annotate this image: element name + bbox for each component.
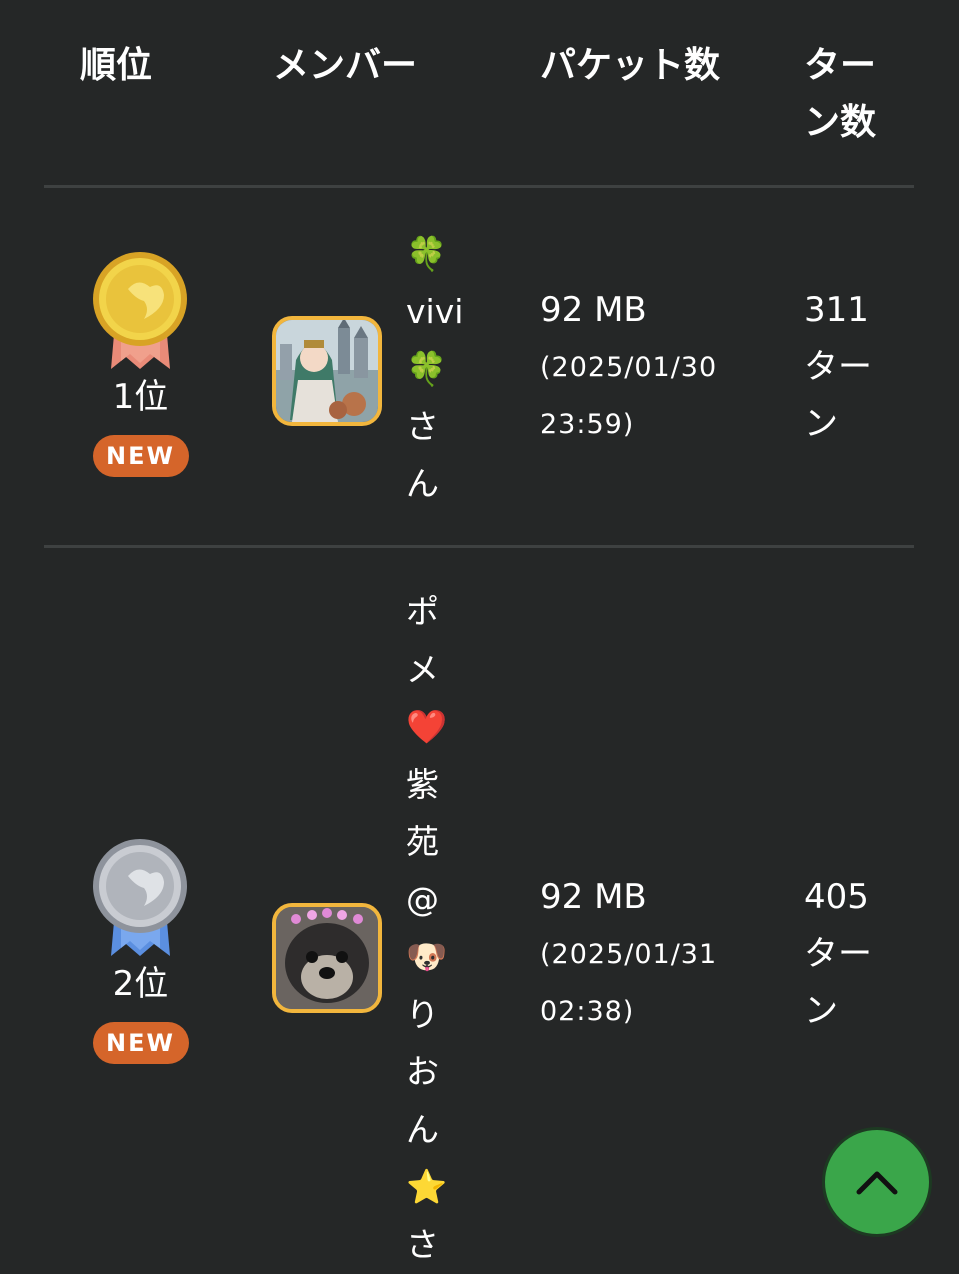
member-name[interactable]: ポメ❤️紫苑@🐶りおん⭐️さ: [406, 583, 466, 1273]
rank-label: 2位: [112, 964, 169, 1004]
turn-count: 311ターン: [804, 290, 872, 444]
member-name[interactable]: 🍀vivi🍀さん: [406, 225, 466, 513]
packet-size: 92 MB: [540, 877, 647, 917]
table-row: 1位 NEW 🍀vivi🍀さん 92 MB (2025/01/30 23:59)…: [0, 188, 959, 545]
silver-medal-icon: [88, 838, 193, 958]
header-rank: 順位: [80, 45, 153, 86]
packet-size: 92 MB: [540, 290, 647, 330]
packet-date: (2025/01/30 23:59): [540, 352, 718, 440]
rank-cell: 1位 NEW: [88, 251, 193, 477]
new-badge: NEW: [92, 435, 189, 477]
packet-date: (2025/01/31 02:38): [540, 939, 718, 1027]
packet-cell: 92 MB (2025/01/30 23:59): [540, 282, 760, 453]
rank-cell: 2位 NEW: [88, 838, 193, 1064]
new-badge: NEW: [92, 1022, 189, 1064]
turn-count: 405ターン: [804, 877, 872, 1031]
member-avatar[interactable]: [272, 316, 382, 426]
gold-medal-icon: [88, 251, 193, 371]
anime-character-castle-avatar-icon: [276, 320, 378, 422]
table-row: 2位 NEW ポメ❤️紫苑@🐶りおん⭐️さ 92 MB (2025/01/31 …: [0, 548, 959, 1274]
header-packets: パケット数: [540, 45, 721, 86]
header-turns: ターン数: [804, 45, 877, 143]
puppy-avatar-icon: [276, 907, 378, 1009]
header-member: メンバー: [273, 45, 418, 86]
scroll-to-top-button[interactable]: [822, 1127, 932, 1237]
table-header: 順位 メンバー パケット数 ターン数: [0, 0, 959, 186]
chevron-up-icon: [856, 1171, 898, 1195]
member-avatar[interactable]: [272, 903, 382, 1013]
rank-label: 1位: [112, 377, 169, 417]
packet-cell: 92 MB (2025/01/31 02:38): [540, 869, 760, 1040]
